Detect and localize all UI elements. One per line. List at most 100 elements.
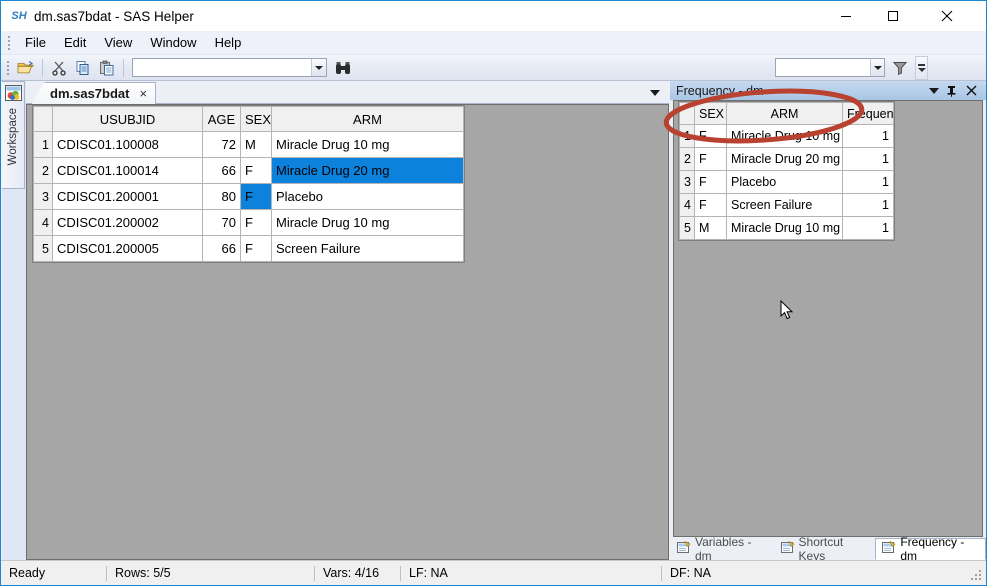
main-data-grid[interactable]: USUBJID AGE SEX ARM 1 CDISC01.100008 72 …: [32, 105, 465, 263]
row-number[interactable]: 3: [33, 183, 53, 210]
column-header-arm[interactable]: ARM: [726, 102, 843, 125]
column-header-arm[interactable]: ARM: [271, 106, 464, 132]
table-row[interactable]: 1 CDISC01.100008 72 M Miracle Drug 10 mg: [33, 131, 464, 158]
filter-combo-dropdown-icon[interactable]: [870, 59, 884, 76]
row-number[interactable]: 4: [679, 193, 695, 217]
cell-sex[interactable]: F: [694, 193, 727, 217]
cell-usubjid[interactable]: CDISC01.200002: [52, 209, 203, 236]
table-row[interactable]: 1 F Miracle Drug 10 mg 1: [679, 124, 894, 148]
table-row[interactable]: 5 CDISC01.200005 66 F Screen Failure: [33, 235, 464, 262]
toolbar-overflow-button[interactable]: [915, 55, 928, 80]
row-number[interactable]: 2: [33, 157, 53, 184]
menu-item-file[interactable]: File: [16, 32, 55, 53]
cell-arm[interactable]: Miracle Drug 10 mg: [271, 209, 464, 236]
cell-frequency[interactable]: 1: [842, 147, 894, 171]
cell-usubjid[interactable]: CDISC01.100014: [52, 157, 203, 184]
cell-frequency[interactable]: 1: [842, 193, 894, 217]
cell-sex-selected[interactable]: F: [240, 183, 272, 210]
cell-usubjid[interactable]: CDISC01.200001: [52, 183, 203, 210]
main-grid-corner[interactable]: [33, 106, 53, 132]
toolbar-grip-handle[interactable]: [4, 59, 12, 77]
freq-grid-corner[interactable]: [679, 102, 695, 125]
search-input[interactable]: [133, 59, 312, 76]
cell-arm[interactable]: Miracle Drug 20 mg: [726, 147, 843, 171]
column-header-sex[interactable]: SEX: [694, 102, 727, 125]
cell-arm[interactable]: Screen Failure: [726, 193, 843, 217]
cell-arm-selected[interactable]: Miracle Drug 20 mg: [271, 157, 464, 184]
cell-frequency[interactable]: 1: [842, 170, 894, 194]
table-row[interactable]: 2 CDISC01.100014 66 F Miracle Drug 20 mg: [33, 157, 464, 184]
cell-age[interactable]: 80: [202, 183, 241, 210]
table-row[interactable]: 3 CDISC01.200001 80 F Placebo: [33, 183, 464, 210]
row-number[interactable]: 5: [33, 235, 53, 262]
tab-dm-sas7bdat[interactable]: dm.sas7bdat ×: [31, 82, 157, 104]
cell-frequency[interactable]: 1: [842, 216, 894, 240]
cell-arm[interactable]: Miracle Drug 10 mg: [726, 124, 843, 148]
column-header-usubjid[interactable]: USUBJID: [52, 106, 203, 132]
tab-frequency-dm[interactable]: Frequency - dm: [875, 535, 986, 563]
close-icon[interactable]: [963, 82, 980, 99]
table-row[interactable]: 4 CDISC01.200002 70 F Miracle Drug 10 mg: [33, 209, 464, 236]
table-row[interactable]: 3 F Placebo 1: [679, 170, 894, 194]
cell-arm[interactable]: Placebo: [726, 170, 843, 194]
search-combo[interactable]: [132, 58, 327, 77]
cell-sex[interactable]: F: [694, 124, 727, 148]
menu-item-window[interactable]: Window: [141, 32, 205, 53]
table-row[interactable]: 2 F Miracle Drug 20 mg 1: [679, 147, 894, 171]
row-number[interactable]: 1: [679, 124, 695, 148]
menu-item-view[interactable]: View: [95, 32, 141, 53]
menu-item-help[interactable]: Help: [206, 32, 251, 53]
column-header-frequency[interactable]: Frequency: [842, 102, 894, 125]
search-combo-dropdown-icon[interactable]: [311, 59, 326, 76]
copy-icon[interactable]: [71, 57, 95, 79]
pin-icon[interactable]: [943, 82, 960, 99]
cell-sex[interactable]: F: [240, 209, 272, 236]
cell-sex[interactable]: M: [694, 216, 727, 240]
tab-list-dropdown-icon[interactable]: [647, 85, 663, 100]
menu-item-edit[interactable]: Edit: [55, 32, 95, 53]
tab-shortcut-keys[interactable]: Shortcut Keys: [774, 535, 876, 563]
row-number[interactable]: 2: [679, 147, 695, 171]
funnel-icon[interactable]: [888, 57, 912, 79]
cell-sex[interactable]: M: [240, 131, 272, 158]
cell-age[interactable]: 66: [202, 235, 241, 262]
cell-age[interactable]: 72: [202, 131, 241, 158]
close-icon[interactable]: ×: [139, 86, 147, 101]
filter-input[interactable]: [776, 59, 871, 76]
tab-variables-dm[interactable]: Variables - dm: [670, 535, 774, 563]
filter-combo[interactable]: [775, 58, 885, 77]
frequency-data-grid[interactable]: SEX ARM Frequency 1 F Miracle Drug 10 mg…: [678, 101, 895, 241]
cell-arm[interactable]: Placebo: [271, 183, 464, 210]
cell-arm[interactable]: Miracle Drug 10 mg: [726, 216, 843, 240]
cell-usubjid[interactable]: CDISC01.100008: [52, 131, 203, 158]
minimize-button[interactable]: [823, 1, 869, 30]
table-row[interactable]: 4 F Screen Failure 1: [679, 193, 894, 217]
maximize-button[interactable]: [870, 1, 916, 30]
cell-usubjid[interactable]: CDISC01.200005: [52, 235, 203, 262]
panel-header[interactable]: Frequency - dm: [670, 81, 986, 100]
row-number[interactable]: 3: [679, 170, 695, 194]
binoculars-icon[interactable]: [331, 57, 355, 79]
row-number[interactable]: 5: [679, 216, 695, 240]
menu-grip-handle[interactable]: [4, 35, 14, 51]
paste-icon[interactable]: [95, 57, 119, 79]
scissors-icon[interactable]: [47, 57, 71, 79]
cell-sex[interactable]: F: [240, 235, 272, 262]
cell-sex[interactable]: F: [240, 157, 272, 184]
chevron-down-icon[interactable]: [925, 82, 942, 99]
cell-sex[interactable]: F: [694, 147, 727, 171]
close-button[interactable]: [924, 1, 970, 30]
resize-grip[interactable]: [971, 570, 983, 582]
cell-arm[interactable]: Screen Failure: [271, 235, 464, 262]
column-header-age[interactable]: AGE: [202, 106, 241, 132]
cell-sex[interactable]: F: [694, 170, 727, 194]
cell-age[interactable]: 70: [202, 209, 241, 236]
row-number[interactable]: 1: [33, 131, 53, 158]
column-header-sex[interactable]: SEX: [240, 106, 272, 132]
cell-arm[interactable]: Miracle Drug 10 mg: [271, 131, 464, 158]
sidebar-item-workspace[interactable]: Workspace: [2, 81, 25, 189]
row-number[interactable]: 4: [33, 209, 53, 236]
cell-frequency[interactable]: 1: [842, 124, 894, 148]
cell-age[interactable]: 66: [202, 157, 241, 184]
table-row[interactable]: 5 M Miracle Drug 10 mg 1: [679, 216, 894, 240]
